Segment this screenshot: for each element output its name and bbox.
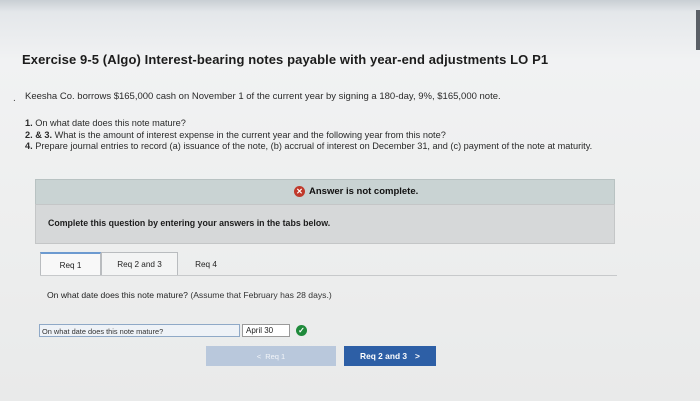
answer-status: ✕ Answer is not complete. [294,186,418,197]
chevron-left-icon: < [256,351,262,361]
answer-label: On what date does this note mature? [39,324,240,337]
prev-req-button[interactable]: < Req 1 [206,346,336,366]
question-text: What is the amount of interest expense i… [52,129,446,140]
instructions-box: Complete this question by entering your … [35,204,615,244]
tab-req-4[interactable]: Req 4 [178,252,234,276]
answer-status-bar: ✕ Answer is not complete. [35,179,615,205]
panel-question: On what date does this note mature? (Ass… [47,290,332,300]
x-circle-icon: ✕ [294,186,305,197]
chevron-right-icon: > [415,351,420,361]
exercise-intro: Keesha Co. borrows $165,000 cash on Nove… [25,91,501,102]
question-item: 4. Prepare journal entries to record (a)… [25,141,655,153]
scrollbar[interactable] [696,10,700,50]
question-text: On what date does this note mature? [32,118,186,128]
tab-panel-divider [40,275,617,276]
answer-status-text: Answer is not complete. [309,186,419,197]
question-item: 2. & 3. What is the amount of interest e… [25,130,655,142]
question-item: 1. On what date does this note mature? [25,118,655,130]
panel-question-text: On what date does this note mature? [47,290,188,300]
tab-req-1[interactable]: Req 1 [40,252,101,276]
question-number: 4. [25,141,33,151]
bullet-mark: . [13,93,16,104]
instructions-text: Complete this question by entering your … [48,218,331,228]
answer-row: On what date does this note mature? Apri… [39,324,307,337]
exercise-title: Exercise 9-5 (Algo) Interest-bearing not… [22,52,549,67]
next-req-label: Req 2 and 3 [360,351,408,361]
question-text: Prepare journal entries to record (a) is… [32,141,593,151]
check-circle-icon: ✓ [296,325,307,336]
prev-req-label: Req 1 [265,351,286,361]
next-req-button[interactable]: Req 2 and 3 > [344,346,436,366]
page: Exercise 9-5 (Algo) Interest-bearing not… [0,0,700,401]
maturity-date-input[interactable]: April 30 [242,324,290,337]
req-tabs: Req 1 Req 2 and 3 Req 4 [40,252,234,276]
tab-req-2-and-3[interactable]: Req 2 and 3 [101,252,178,276]
question-number: 2. & 3. [25,129,53,140]
question-number: 1. [25,118,33,128]
question-list: 1. On what date does this note mature? 2… [25,118,655,153]
panel-assumption: (Assume that February has 28 days.) [190,290,332,300]
